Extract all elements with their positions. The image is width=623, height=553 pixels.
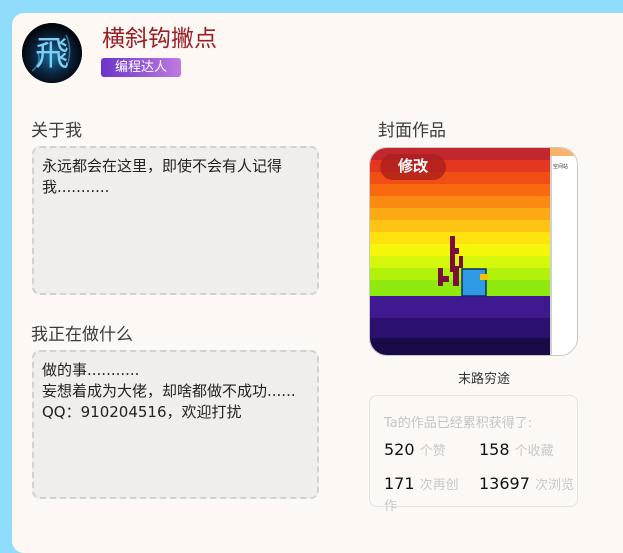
avatar-glyph: 飛: [35, 34, 69, 74]
remixes-stat: 171 次再创作: [384, 474, 470, 516]
favorites-stat: 158 个收藏: [479, 440, 574, 461]
doing-line: 做的事...........: [42, 361, 140, 379]
title-badge: 编程达人: [101, 58, 182, 77]
about-title: 关于我: [31, 121, 82, 141]
profile-card: 飛 横斜钩撇点 编程达人 关于我 永远都会在这里，即使不会有人记得我......…: [12, 13, 623, 553]
doing-line: QQ：910204516，欢迎打扰: [42, 403, 242, 421]
views-count: 13697: [479, 474, 530, 493]
about-text: 永远都会在这里，即使不会有人记得我...........: [42, 157, 283, 196]
likes-count: 520: [384, 440, 415, 459]
avatar[interactable]: 飛: [22, 23, 82, 83]
likes-label: 个赞: [419, 444, 446, 459]
cover-work-title[interactable]: 末路穷途: [369, 368, 599, 387]
views-label: 次浏览: [535, 478, 575, 493]
views-stat: 13697 次浏览: [479, 474, 574, 495]
favorites-count: 158: [479, 440, 510, 459]
stats-title: Ta的作品已经累积获得了:: [384, 416, 533, 431]
remixes-count: 171: [384, 474, 415, 493]
edit-cover-button[interactable]: 修改: [380, 154, 447, 180]
cover-artwork[interactable]: 空间站 修改: [369, 147, 578, 356]
username: 横斜钩撇点: [102, 26, 217, 52]
doing-box: 做的事........... 妄想着成为大佬，却啥都做不成功...... QQ：…: [32, 350, 319, 499]
likes-stat: 520 个赞: [384, 440, 479, 461]
about-box: 永远都会在这里，即使不会有人记得我...........: [32, 146, 319, 295]
cover-section-title: 封面作品: [378, 121, 446, 141]
doing-title: 我正在做什么: [31, 325, 133, 345]
stats-panel: Ta的作品已经累积获得了: 520 个赞 158 个收藏 171 次再创作 13…: [369, 395, 578, 514]
favorites-label: 个收藏: [514, 444, 554, 459]
doing-line: 妄想着成为大佬，却啥都做不成功......: [42, 382, 296, 400]
cover-side-text: 空间站: [553, 163, 568, 170]
avatar-image: 飛: [22, 23, 82, 83]
